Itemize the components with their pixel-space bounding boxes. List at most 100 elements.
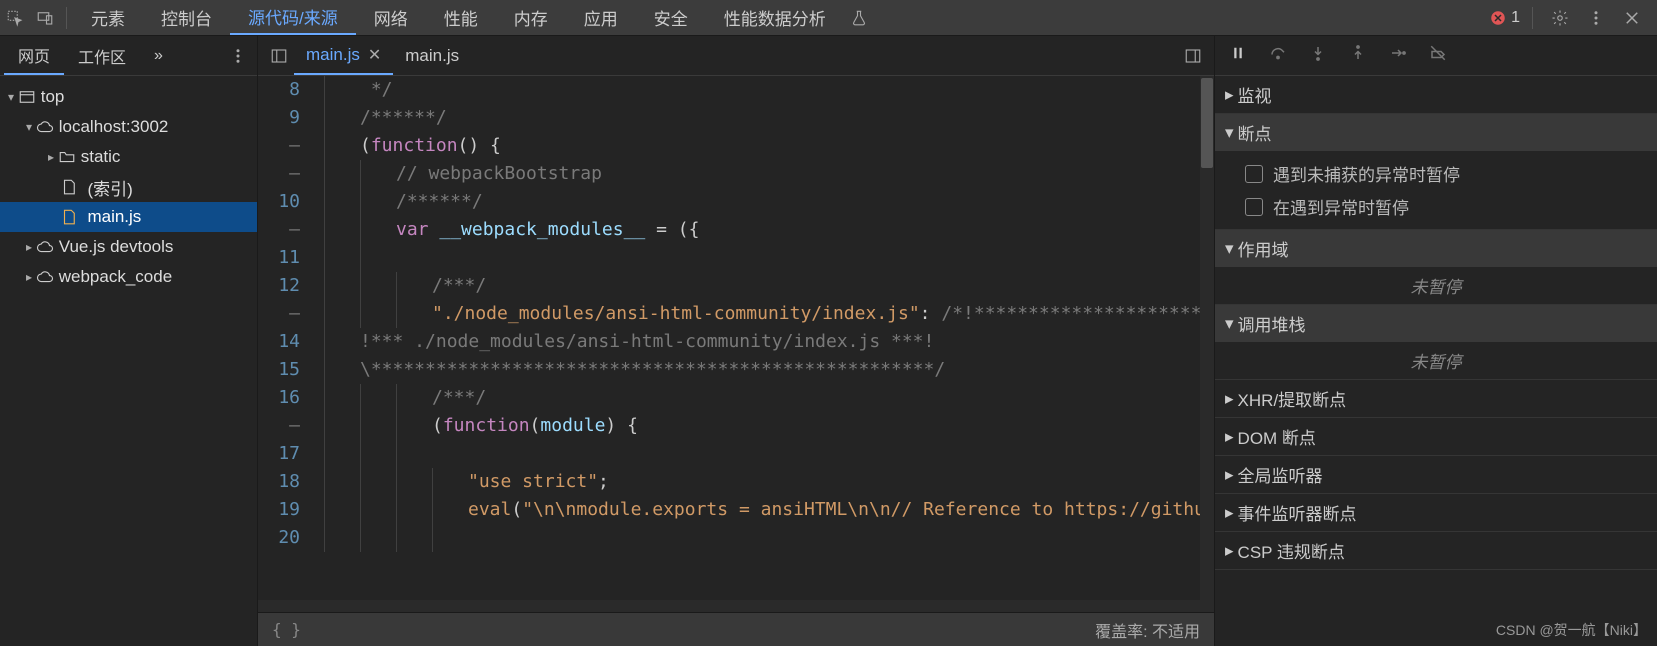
editor-panel: main.js✕ main.js 89––10–1112–141516–1718…	[258, 36, 1215, 646]
tree-label: localhost:3002	[59, 117, 169, 137]
tree-label: main.js	[87, 207, 141, 227]
debug-sections: 监视 断点 遇到未捕获的异常时暂停 在遇到异常时暂停 作用域 未暂停 调用堆栈 …	[1215, 76, 1657, 646]
coverage-label: 覆盖率: 不适用	[1095, 618, 1200, 642]
section-xhr: XHR/提取断点	[1215, 380, 1657, 418]
chevron-down-icon	[1225, 239, 1234, 259]
cloud-icon	[36, 118, 54, 136]
devtools-tabs: 元素控制台源代码/来源网络性能内存应用安全性能数据分析	[73, 0, 844, 35]
devtools-tab[interactable]: 网络	[356, 0, 426, 35]
file-tab-main-active[interactable]: main.js✕	[294, 36, 393, 75]
toggle-navigator-icon[interactable]	[264, 36, 294, 75]
run-snippet-icon[interactable]	[1178, 36, 1208, 75]
section-header[interactable]: 作用域	[1215, 230, 1657, 267]
section-title: 调用堆栈	[1238, 311, 1306, 336]
checkbox-icon[interactable]	[1245, 165, 1263, 183]
tree-webpack[interactable]: webpack_code	[0, 262, 257, 292]
devtools-tab[interactable]: 内存	[496, 0, 566, 35]
flask-icon[interactable]	[844, 0, 874, 35]
close-icon[interactable]	[1617, 9, 1647, 27]
pretty-print-icon[interactable]: { }	[272, 620, 301, 639]
tree-static[interactable]: static	[0, 142, 257, 172]
coverage-value: 不适用	[1152, 624, 1200, 641]
section-header[interactable]: 全局监听器	[1215, 456, 1657, 493]
topbar-right: 1	[1489, 7, 1657, 29]
devtools-tab[interactable]: 性能数据分析	[706, 0, 844, 35]
section-header[interactable]: XHR/提取断点	[1215, 380, 1657, 417]
chevron-right-icon	[22, 270, 36, 284]
editor-wrap: 89––10–1112–141516–17181920 *//******/(f…	[258, 76, 1214, 600]
navigator-tabs: 网页 工作区 »	[0, 36, 257, 76]
tree-mainjs[interactable]: main.js	[0, 202, 257, 232]
navigator-panel: 网页 工作区 » top localhost:3002 static (索引) …	[0, 36, 258, 646]
file-tree: top localhost:3002 static (索引) main.js V…	[0, 76, 257, 298]
section-callstack: 调用堆栈 未暂停	[1215, 305, 1657, 380]
breakpoint-opt-caught[interactable]: 在遇到异常时暂停	[1245, 190, 1647, 223]
kebab-icon[interactable]	[223, 47, 253, 65]
tree-top[interactable]: top	[0, 82, 257, 112]
statusbar: { } 覆盖率: 不适用	[258, 612, 1214, 646]
section-scope: 作用域 未暂停	[1215, 230, 1657, 305]
devtools-topbar: 元素控制台源代码/来源网络性能内存应用安全性能数据分析 1	[0, 0, 1657, 36]
chevron-right-icon	[1225, 465, 1234, 485]
file-tab-main-2[interactable]: main.js	[393, 36, 471, 75]
chevron-down-icon	[22, 120, 36, 134]
main-area: 网页 工作区 » top localhost:3002 static (索引) …	[0, 36, 1657, 646]
step-into-icon[interactable]	[1309, 44, 1327, 67]
error-count: 1	[1511, 9, 1520, 27]
section-header[interactable]: 事件监听器断点	[1215, 494, 1657, 531]
chevron-right-icon	[1225, 503, 1234, 523]
section-header[interactable]: 调用堆栈	[1215, 305, 1657, 342]
tree-index[interactable]: (索引)	[0, 172, 257, 202]
cloud-icon	[36, 238, 54, 256]
section-header[interactable]: CSP 违规断点	[1215, 532, 1657, 569]
section-title: DOM 断点	[1238, 424, 1316, 449]
kebab-icon[interactable]	[1581, 9, 1611, 27]
section-header[interactable]: 监视	[1215, 76, 1657, 113]
devtools-tab[interactable]: 性能	[426, 0, 496, 35]
pause-icon[interactable]	[1229, 44, 1247, 67]
topbar-left: 元素控制台源代码/来源网络性能内存应用安全性能数据分析	[0, 0, 874, 35]
error-badge[interactable]: 1	[1489, 9, 1520, 27]
devtools-tab[interactable]: 元素	[73, 0, 143, 35]
devtools-tab[interactable]: 控制台	[143, 0, 230, 35]
opt-label: 在遇到异常时暂停	[1273, 194, 1409, 219]
nav-tab-page[interactable]: 网页	[4, 36, 64, 75]
opt-label: 遇到未捕获的异常时暂停	[1273, 161, 1460, 186]
step-out-icon[interactable]	[1349, 44, 1367, 67]
step-over-icon[interactable]	[1269, 44, 1287, 67]
section-title: 断点	[1238, 120, 1272, 145]
step-icon[interactable]	[1389, 44, 1407, 67]
folder-icon	[58, 148, 76, 166]
debugger-panel: 监视 断点 遇到未捕获的异常时暂停 在遇到异常时暂停 作用域 未暂停 调用堆栈 …	[1215, 36, 1657, 646]
chevron-right-icon	[1225, 85, 1234, 105]
deactivate-breakpoints-icon[interactable]	[1429, 44, 1447, 67]
devtools-tab[interactable]: 安全	[636, 0, 706, 35]
tree-vue[interactable]: Vue.js devtools	[0, 232, 257, 262]
devtools-tab[interactable]: 源代码/来源	[230, 0, 356, 35]
nav-tab-workspace[interactable]: 工作区	[64, 36, 140, 75]
cloud-icon	[36, 268, 54, 286]
coverage-label-text: 覆盖率:	[1095, 624, 1147, 641]
section-watch: 监视	[1215, 76, 1657, 114]
gear-icon[interactable]	[1545, 9, 1575, 27]
tree-host[interactable]: localhost:3002	[0, 112, 257, 142]
inspect-element-icon[interactable]	[0, 0, 30, 35]
section-header[interactable]: DOM 断点	[1215, 418, 1657, 455]
nav-tab-overflow[interactable]: »	[140, 36, 177, 75]
file-tabbar: main.js✕ main.js	[258, 36, 1214, 76]
scrollbar-horizontal[interactable]	[258, 600, 1214, 612]
separator	[66, 7, 67, 29]
section-body: 遇到未捕获的异常时暂停 在遇到异常时暂停	[1215, 151, 1657, 229]
code-editor[interactable]: 89––10–1112–141516–17181920 *//******/(f…	[258, 76, 1214, 600]
file-icon	[60, 178, 78, 196]
checkbox-icon[interactable]	[1245, 198, 1263, 216]
separator	[1532, 7, 1533, 29]
section-title: XHR/提取断点	[1238, 386, 1347, 411]
close-icon[interactable]: ✕	[368, 45, 381, 65]
section-header[interactable]: 断点	[1215, 114, 1657, 151]
breakpoint-opt-uncaught[interactable]: 遇到未捕获的异常时暂停	[1245, 157, 1647, 190]
scrollbar-thumb[interactable]	[1201, 78, 1213, 168]
devtools-tab[interactable]: 应用	[566, 0, 636, 35]
scrollbar-vertical[interactable]	[1200, 76, 1214, 600]
device-toggle-icon[interactable]	[30, 0, 60, 35]
